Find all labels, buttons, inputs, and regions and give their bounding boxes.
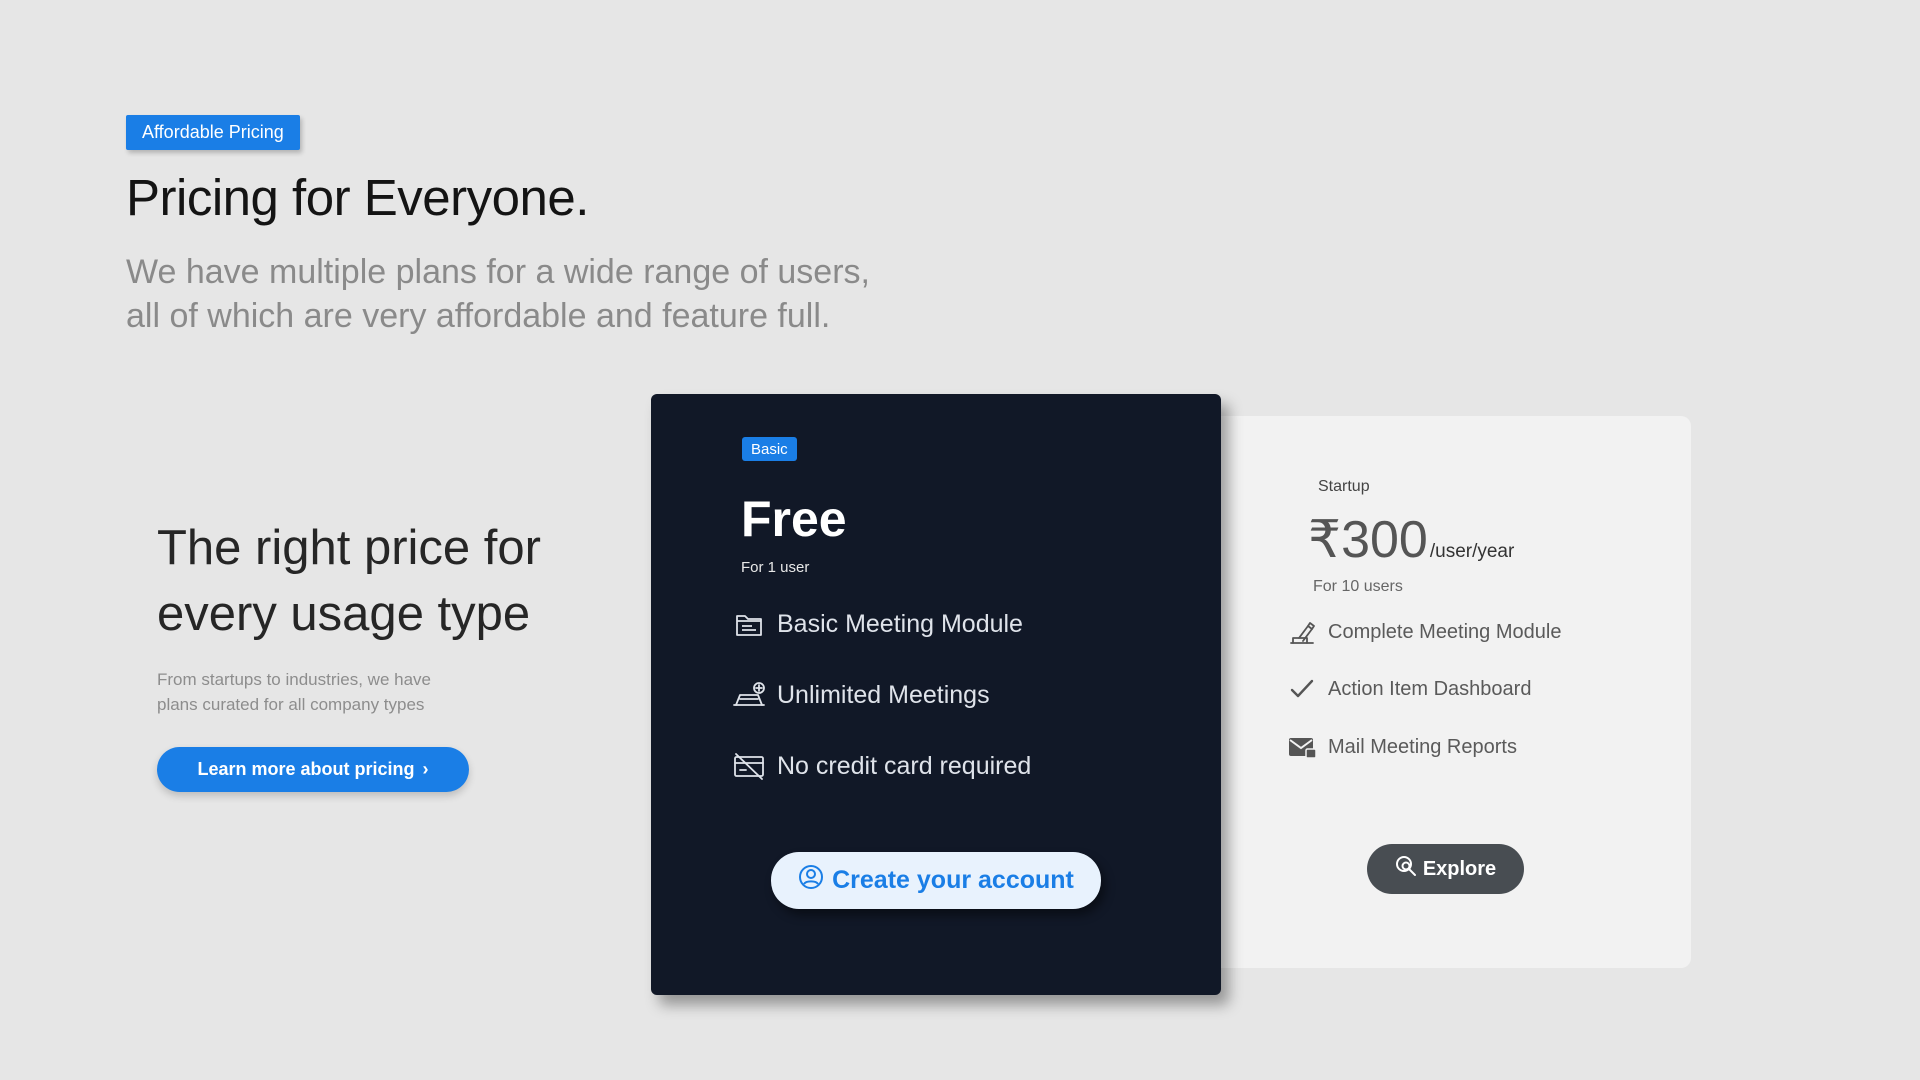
user-circle-icon [798,864,824,897]
meeting-edit-icon [1286,616,1318,648]
startup-feature-item: Action Item Dashboard [1286,673,1531,705]
learn-more-label: Learn more about pricing [197,759,415,779]
explore-label: Explore [1422,857,1497,880]
basic-plan-users: For 1 user [741,559,810,576]
unlimited-meetings-icon [731,677,767,713]
intro-text-line-2: plans curated for all company types [157,695,425,714]
chevron-right-icon: › [422,759,429,779]
explore-search-icon [1395,855,1417,883]
intro-heading: The right price for every usage type [157,515,617,647]
basic-feature-label: No credit card required [777,751,1032,780]
startup-feature-item: Mail Meeting Reports [1286,731,1517,763]
basic-feature-label: Basic Meeting Module [777,609,1023,638]
startup-feature-label: Complete Meeting Module [1328,620,1562,643]
mail-icon [1286,731,1318,763]
basic-plan-price: Free [741,491,847,547]
startup-plan-name: Startup [1318,478,1370,495]
subtitle-line-1: We have multiple plans for a wide range … [126,253,870,291]
startup-feature-label: Mail Meeting Reports [1328,735,1517,758]
check-icon [1286,673,1318,705]
meeting-module-icon [731,606,767,642]
startup-plan-price: ₹300 /user/year [1308,510,1514,570]
create-account-button[interactable]: Create your account [771,852,1101,909]
basic-feature-item: Basic Meeting Module [731,606,1023,642]
intro-heading-line-2: every usage type [157,587,531,641]
basic-feature-item: Unlimited Meetings [731,677,990,713]
explore-button[interactable]: Explore [1367,844,1524,894]
basic-feature-label: Unlimited Meetings [777,680,990,709]
startup-plan-users: For 10 users [1313,578,1403,595]
intro-heading-line-1: The right price for [157,521,541,575]
affordable-pricing-tag: Affordable Pricing [126,115,300,150]
page-subtitle: We have multiple plans for a wide range … [126,250,886,338]
startup-feature-item: Complete Meeting Module [1286,616,1561,648]
learn-more-button[interactable]: Learn more about pricing › [157,747,469,792]
create-account-label: Create your account [832,866,1074,894]
page-title: Pricing for Everyone. [126,169,589,226]
intro-text: From startups to industries, we have pla… [157,667,497,717]
basic-plan-badge: Basic [742,437,797,461]
startup-price-value: ₹300 [1308,511,1428,569]
startup-price-unit: /user/year [1429,541,1515,562]
subtitle-line-2: all of which are very affordable and fea… [126,297,831,335]
no-credit-card-icon [731,748,767,784]
intro-text-line-1: From startups to industries, we have [157,670,432,689]
startup-feature-label: Action Item Dashboard [1328,677,1532,700]
basic-feature-item: No credit card required [731,748,1031,784]
